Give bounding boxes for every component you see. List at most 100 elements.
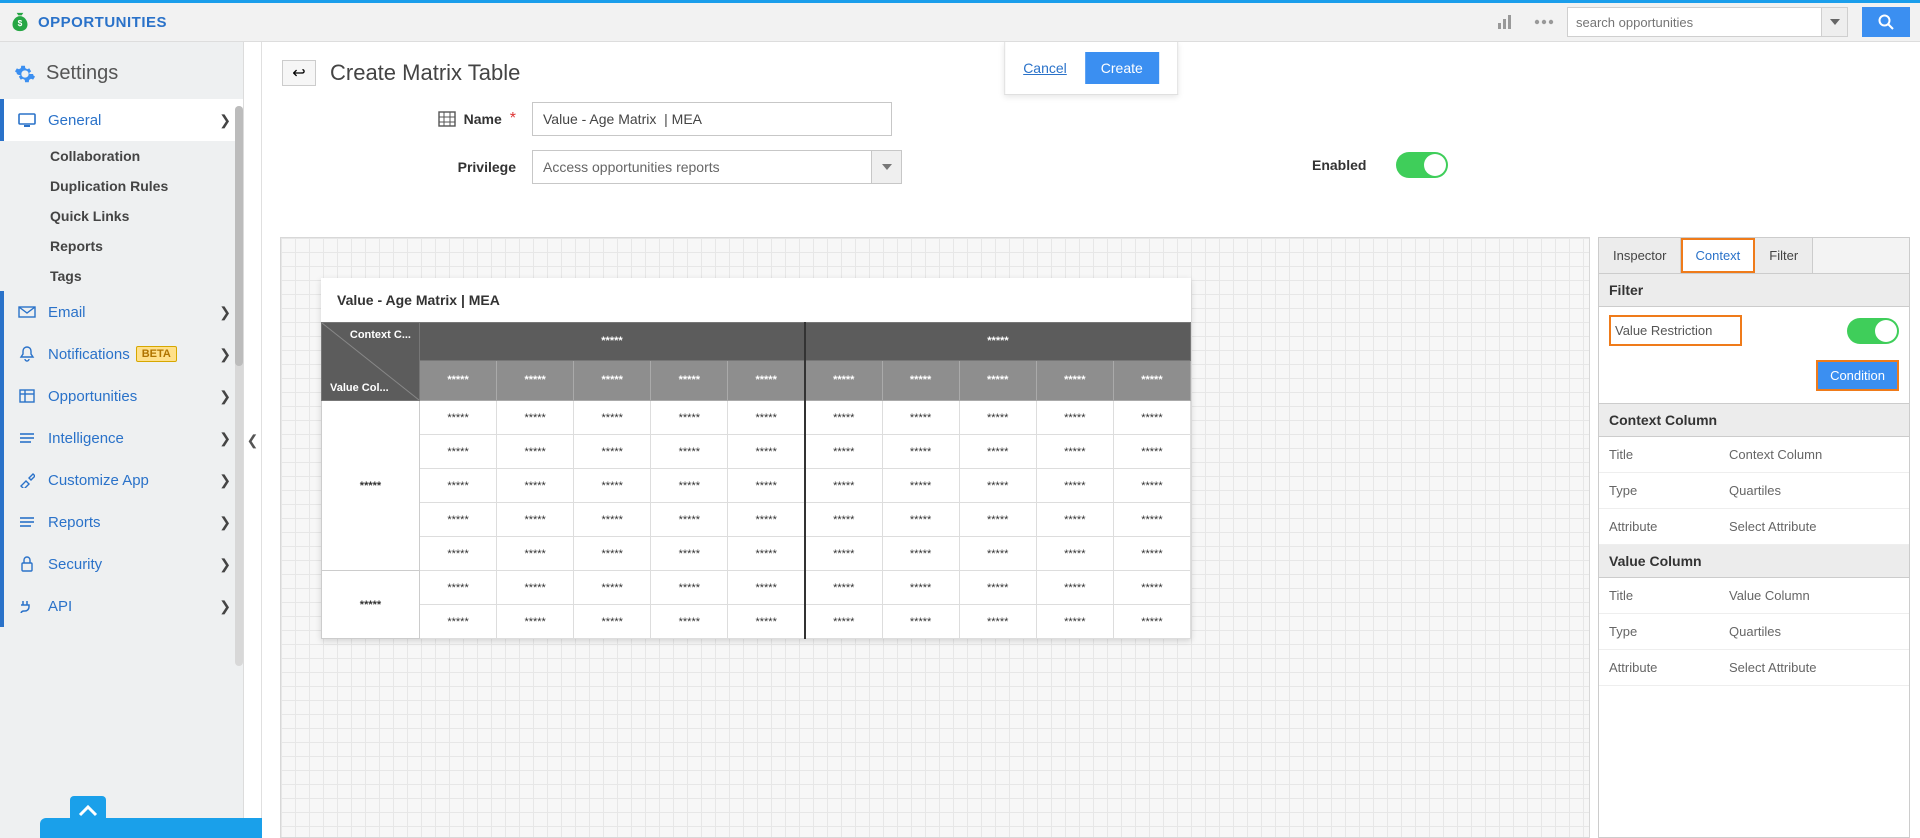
moneybag-icon: $ — [10, 11, 30, 33]
sidebar-collapse-handle[interactable]: ❮ — [244, 42, 262, 838]
sidebar-scroll-thumb[interactable] — [235, 106, 243, 366]
sidebar-item-duplication-rules[interactable]: Duplication Rules — [0, 171, 243, 201]
topbar: $ OPPORTUNITIES — [0, 0, 1920, 42]
page-title: Create Matrix Table — [330, 60, 520, 86]
matrix-cell: ***** — [497, 401, 574, 435]
cancel-link[interactable]: Cancel — [1023, 60, 1067, 76]
sidebar-item-quick-links[interactable]: Quick Links — [0, 201, 243, 231]
ctx-attr-value[interactable]: Select Attribute — [1729, 519, 1816, 534]
enabled-toggle[interactable] — [1396, 152, 1448, 178]
sidebar-item-opportunities[interactable]: Opportunities❯ — [0, 375, 243, 417]
matrix-cell: ***** — [497, 605, 574, 639]
matrix-cell: ***** — [420, 469, 497, 503]
tab-filter[interactable]: Filter — [1755, 238, 1813, 273]
matrix-cell: ***** — [1036, 503, 1113, 537]
enabled-label: Enabled — [1312, 157, 1366, 173]
more-icon[interactable] — [1529, 9, 1559, 35]
matrix-cell: ***** — [1113, 503, 1190, 537]
matrix-cell: ***** — [1036, 537, 1113, 571]
matrix-cell: ***** — [728, 537, 805, 571]
canvas-area: Value - Age Matrix | MEA Context C...Val… — [280, 237, 1590, 838]
sidebar-item-reports-sub[interactable]: Reports — [0, 231, 243, 261]
sidebar-item-tags[interactable]: Tags — [0, 261, 243, 291]
matrix-cell: ***** — [882, 469, 959, 503]
main: Cancel Create ↩ Create Matrix Table Name… — [262, 42, 1920, 838]
name-input[interactable] — [532, 102, 892, 136]
matrix-col-sub: ***** — [959, 360, 1036, 400]
privilege-select[interactable] — [532, 150, 872, 184]
back-button[interactable]: ↩ — [282, 60, 316, 86]
val-type-value: Quartiles — [1729, 624, 1781, 639]
sidebar-item-email[interactable]: Email❯ — [0, 291, 243, 333]
sidebar-item-general[interactable]: General ❯ — [0, 99, 243, 141]
value-restriction-toggle[interactable] — [1847, 318, 1899, 344]
matrix-cell: ***** — [497, 503, 574, 537]
gear-icon — [14, 63, 36, 85]
grid-icon — [16, 389, 38, 403]
sidebar-item-security[interactable]: Security❯ — [0, 543, 243, 585]
matrix-col-sub: ***** — [728, 360, 805, 400]
tab-inspector[interactable]: Inspector — [1599, 238, 1681, 273]
matrix-cell: ***** — [651, 605, 728, 639]
sidebar-item-notifications[interactable]: Notifications BETA ❯ — [0, 333, 243, 375]
matrix-cell: ***** — [959, 503, 1036, 537]
matrix-cell: ***** — [728, 435, 805, 469]
matrix-cell: ***** — [1113, 401, 1190, 435]
val-attr-value[interactable]: Select Attribute — [1729, 660, 1816, 675]
matrix-cell: ***** — [574, 571, 651, 605]
matrix-cell: ***** — [959, 605, 1036, 639]
sidebar-item-collaboration[interactable]: Collaboration — [0, 141, 243, 171]
val-title-value: Value Column — [1729, 588, 1810, 603]
matrix-col-sub: ***** — [1036, 360, 1113, 400]
tab-context[interactable]: Context — [1681, 238, 1755, 273]
chevron-right-icon: ❯ — [219, 598, 231, 615]
matrix-cell: ***** — [574, 435, 651, 469]
search-button[interactable] — [1862, 7, 1910, 37]
condition-button[interactable]: Condition — [1816, 360, 1899, 391]
matrix-corner: Context C...Value Col... — [322, 323, 420, 401]
matrix-cell: ***** — [728, 605, 805, 639]
sidebar-item-intelligence[interactable]: Intelligence❯ — [0, 417, 243, 459]
matrix-col-sub: ***** — [574, 360, 651, 400]
sidebar-item-api[interactable]: API❯ — [0, 585, 243, 627]
matrix-col-sub: ***** — [882, 360, 959, 400]
matrix-col-sub: ***** — [1113, 360, 1190, 400]
create-button[interactable]: Create — [1085, 52, 1159, 84]
matrix-cell: ***** — [882, 401, 959, 435]
matrix-cell: ***** — [959, 537, 1036, 571]
chevron-down-icon[interactable] — [872, 150, 902, 184]
beta-badge: BETA — [136, 346, 177, 362]
matrix-cell: ***** — [651, 537, 728, 571]
matrix-col-group: ***** — [420, 323, 805, 361]
matrix-col-group: ***** — [805, 323, 1191, 361]
matrix-cell: ***** — [959, 401, 1036, 435]
matrix-row: ****************************************… — [322, 503, 1191, 537]
matrix-row: ****************************************… — [322, 435, 1191, 469]
matrix-row: ****************************************… — [322, 571, 1191, 605]
matrix-cell: ***** — [805, 435, 882, 469]
sidebar-item-reports[interactable]: Reports❯ — [0, 501, 243, 543]
stats-icon[interactable] — [1491, 9, 1521, 35]
matrix-cell: ***** — [882, 571, 959, 605]
sidebar-item-customize-app[interactable]: Customize App❯ — [0, 459, 243, 501]
table-icon — [438, 111, 456, 127]
matrix-cell: ***** — [805, 503, 882, 537]
value-column-header: Value Column — [1599, 545, 1909, 578]
matrix-cell: ***** — [497, 537, 574, 571]
svg-text:$: $ — [18, 18, 23, 28]
matrix-cell: ***** — [805, 537, 882, 571]
search-dropdown[interactable] — [1822, 7, 1848, 37]
matrix-cell: ***** — [574, 401, 651, 435]
matrix-cell: ***** — [651, 401, 728, 435]
matrix-cell: ***** — [805, 469, 882, 503]
matrix-cell: ***** — [728, 503, 805, 537]
ctx-type-value: Quartiles — [1729, 483, 1781, 498]
settings-header: Settings — [0, 56, 243, 99]
value-restriction-label: Value Restriction — [1609, 315, 1742, 346]
matrix-cell: ***** — [1113, 435, 1190, 469]
matrix-cell: ***** — [728, 571, 805, 605]
matrix-cell: ***** — [1036, 571, 1113, 605]
app-title: OPPORTUNITIES — [38, 14, 167, 31]
matrix-cell: ***** — [497, 469, 574, 503]
search-input[interactable] — [1567, 7, 1822, 37]
